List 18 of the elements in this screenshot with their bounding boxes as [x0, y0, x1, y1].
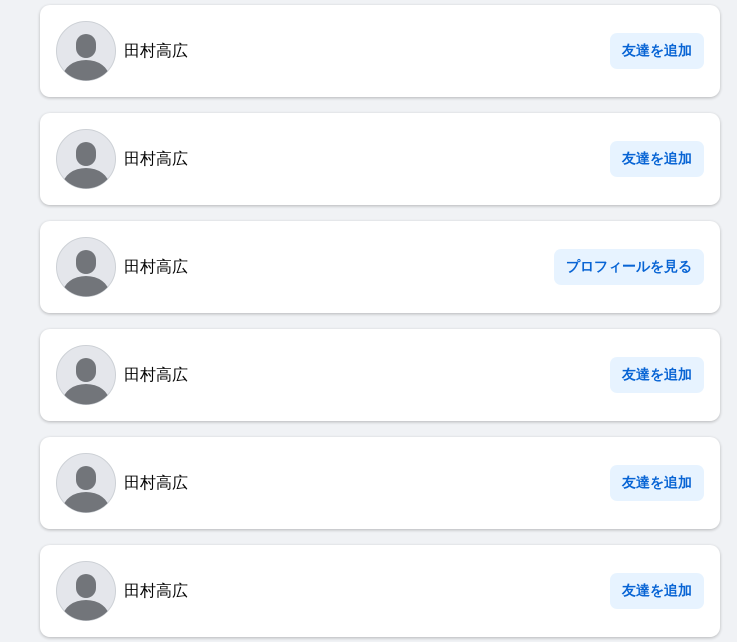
action-button[interactable]: プロフィールを見る	[554, 249, 704, 285]
avatar-icon	[56, 453, 116, 513]
action-button[interactable]: 友達を追加	[610, 141, 704, 177]
action-button[interactable]: 友達を追加	[610, 357, 704, 393]
avatar-icon	[56, 21, 116, 81]
action-button[interactable]: 友達を追加	[610, 573, 704, 609]
person-name: 田村高広	[124, 256, 189, 278]
person-name: 田村高広	[124, 472, 189, 494]
person-name: 田村高広	[124, 148, 189, 170]
person-name: 田村高広	[124, 364, 189, 386]
action-button[interactable]: 友達を追加	[610, 33, 704, 69]
avatar-icon	[56, 237, 116, 297]
avatar-icon	[56, 129, 116, 189]
person-name: 田村高広	[124, 40, 189, 62]
action-button[interactable]: 友達を追加	[610, 465, 704, 501]
avatar-icon	[56, 345, 116, 405]
person-name: 田村高広	[124, 580, 189, 602]
avatar-icon	[56, 561, 116, 621]
